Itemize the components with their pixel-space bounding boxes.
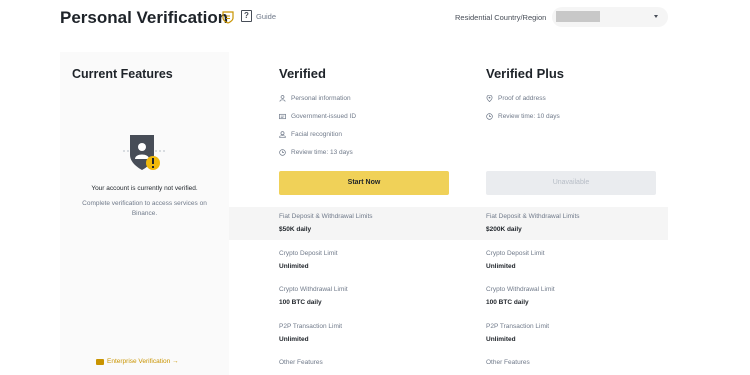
- current-features-title: Current Features: [72, 67, 173, 81]
- feature-label: Review time: 13 days: [291, 149, 353, 156]
- enterprise-verification-label: Enterprise Verification →: [107, 358, 179, 365]
- enterprise-verification-link[interactable]: Enterprise Verification →: [96, 358, 179, 365]
- limit-item: P2P Transaction Limit Unlimited: [486, 323, 549, 343]
- feature-item: Review time: 13 days: [279, 149, 353, 156]
- verification-description: Complete verification to access services…: [82, 200, 207, 217]
- briefcase-icon: [96, 358, 104, 365]
- guide-button[interactable]: ? Guide: [241, 10, 276, 22]
- limit-label: Other Features: [279, 359, 323, 366]
- unverified-account-icon: [123, 135, 165, 170]
- current-features-panel: Current Features Your account is current…: [60, 52, 229, 375]
- help-icon: ?: [241, 10, 252, 22]
- unavailable-button[interactable]: Unavailable: [486, 171, 656, 195]
- shield-icon[interactable]: [222, 11, 234, 24]
- country-value-redacted: [556, 11, 600, 22]
- limit-value: Unlimited: [279, 263, 309, 270]
- limit-label: Other Features: [486, 359, 530, 366]
- feature-item: Government-issued ID: [279, 113, 356, 120]
- verified-title: Verified: [279, 66, 326, 81]
- limit-item: Other Features: [279, 359, 323, 366]
- limit-value: Unlimited: [486, 336, 516, 343]
- feature-label: Review time: 10 days: [498, 113, 560, 120]
- limit-label: Crypto Deposit Limit: [486, 250, 545, 257]
- limit-value: $200K daily: [486, 226, 522, 233]
- limit-value: 100 BTC daily: [486, 299, 529, 306]
- feature-item: Facial recognition: [279, 131, 342, 138]
- feature-label: Personal information: [291, 95, 351, 102]
- limit-label: Fiat Deposit & Withdrawal Limits: [486, 213, 580, 220]
- limit-label: P2P Transaction Limit: [279, 323, 343, 330]
- feature-label: Facial recognition: [291, 131, 342, 138]
- face-icon: [279, 131, 286, 138]
- guide-label: Guide: [256, 11, 277, 21]
- feature-label: Proof of address: [498, 95, 546, 102]
- limit-item: P2P Transaction Limit Unlimited: [279, 323, 342, 343]
- limit-value: $50K daily: [279, 226, 312, 233]
- limit-item: Fiat Deposit & Withdrawal Limits $200K d…: [486, 213, 580, 233]
- feature-item: Review time: 10 days: [486, 113, 560, 120]
- limit-label: Crypto Withdrawal Limit: [486, 286, 555, 293]
- page-title: Personal Verification: [60, 8, 229, 27]
- limit-label: P2P Transaction Limit: [486, 323, 550, 330]
- country-label: Residential Country/Region: [455, 13, 547, 22]
- chevron-down-icon: [654, 15, 658, 18]
- limit-value: Unlimited: [486, 263, 516, 270]
- clock-icon: [486, 113, 493, 120]
- country-select[interactable]: [552, 7, 668, 27]
- limit-item: Other Features: [486, 359, 530, 366]
- feature-item: Personal information: [279, 95, 351, 102]
- limit-item: Fiat Deposit & Withdrawal Limits $50K da…: [279, 213, 373, 233]
- verified-plus-title: Verified Plus: [486, 66, 565, 81]
- verification-status-text: Your account is currently not verified.: [91, 185, 198, 192]
- clock-icon: [279, 149, 286, 156]
- limit-item: Crypto Deposit Limit Unlimited: [486, 250, 545, 270]
- limit-label: Crypto Deposit Limit: [279, 250, 338, 257]
- limit-value: Unlimited: [279, 336, 309, 343]
- page-header: Personal Verification ? Guide Residentia…: [60, 0, 690, 36]
- limit-item: Crypto Withdrawal Limit 100 BTC daily: [486, 286, 555, 306]
- feature-item: Proof of address: [486, 95, 546, 102]
- limit-value: 100 BTC daily: [279, 299, 322, 306]
- start-now-button[interactable]: Start Now: [279, 171, 449, 195]
- limit-label: Crypto Withdrawal Limit: [279, 286, 348, 293]
- limit-label: Fiat Deposit & Withdrawal Limits: [279, 213, 373, 220]
- person-icon: [279, 95, 286, 102]
- location-pin-icon: [486, 95, 493, 102]
- limit-item: Crypto Deposit Limit Unlimited: [279, 250, 338, 270]
- limit-item: Crypto Withdrawal Limit 100 BTC daily: [279, 286, 348, 306]
- id-card-icon: [279, 113, 286, 120]
- feature-label: Government-issued ID: [291, 113, 357, 120]
